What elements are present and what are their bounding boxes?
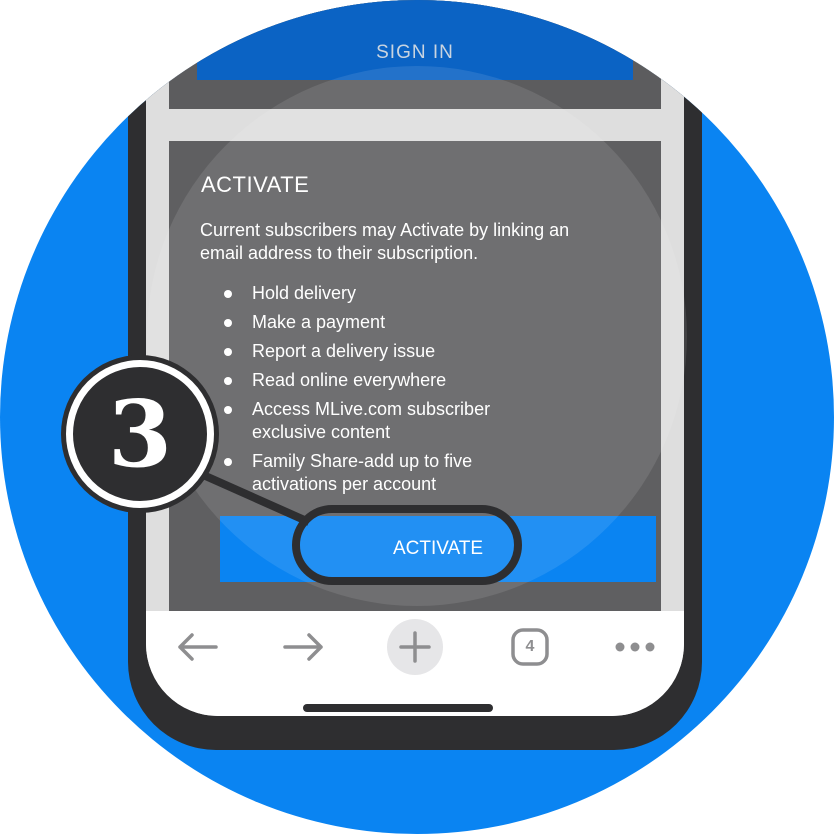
list-item: Access MLive.com subscriber exclusive co… — [224, 398, 542, 444]
illustration: SIGN IN ACTIVATE Current subscribers may… — [0, 0, 834, 834]
feature-text: Hold delivery — [252, 283, 357, 303]
feature-text: Make a payment — [252, 312, 386, 332]
browser-toolbar: 4 — [146, 611, 684, 716]
new-tab-plus-icon[interactable] — [387, 619, 443, 675]
feature-text: Access MLive.com subscriber exclusive co… — [252, 399, 491, 442]
bullet-icon — [224, 348, 232, 356]
step-number-badge: 3 — [66, 360, 214, 508]
phone-screen: SIGN IN ACTIVATE Current subscribers may… — [146, 0, 684, 716]
list-item: Hold delivery — [224, 282, 542, 305]
home-indicator — [303, 704, 493, 712]
list-item: Family Share-add up to five activations … — [224, 450, 542, 496]
bullet-icon — [224, 290, 232, 298]
bullet-icon — [224, 377, 232, 385]
activate-button[interactable]: ACTIVATE — [220, 516, 656, 582]
sign-in-button[interactable]: SIGN IN — [197, 0, 633, 80]
bullet-icon — [224, 458, 232, 466]
bullet-icon — [224, 406, 232, 414]
activate-title: ACTIVATE — [201, 172, 310, 197]
activate-description: Current subscribers may Activate by link… — [200, 220, 570, 263]
feature-text: Read online everywhere — [252, 370, 447, 390]
tab-count-icon[interactable]: 4 — [505, 625, 555, 669]
phone-frame: SIGN IN ACTIVATE Current subscribers may… — [128, 0, 702, 750]
bullet-icon — [224, 319, 232, 327]
list-item: Make a payment — [224, 311, 542, 334]
tab-count: 4 — [525, 638, 535, 655]
list-item: Report a delivery issue — [224, 340, 542, 363]
back-arrow-icon[interactable] — [172, 625, 222, 669]
feature-text: Family Share-add up to five activations … — [252, 451, 473, 494]
feature-text: Report a delivery issue — [252, 341, 436, 361]
forward-arrow-icon[interactable] — [279, 625, 329, 669]
list-item: Read online everywhere — [224, 369, 542, 392]
more-options-icon[interactable] — [610, 625, 660, 669]
feature-list: Hold delivery Make a payment Report a de… — [224, 282, 542, 502]
activate-card: ACTIVATE Current subscribers may Activat… — [169, 141, 661, 611]
